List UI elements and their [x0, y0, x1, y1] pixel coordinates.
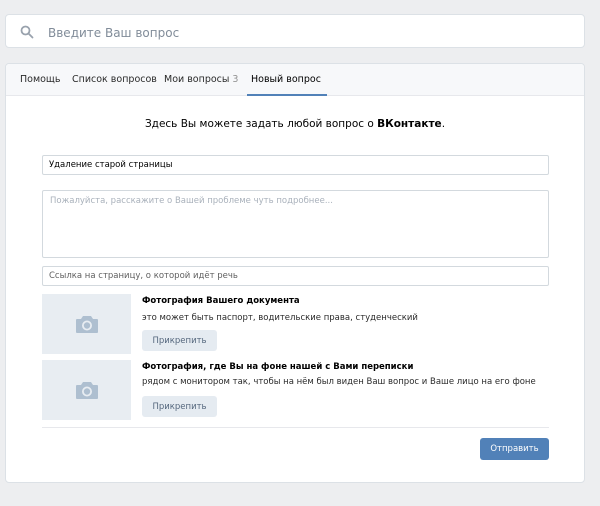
selfie-attachment-description: рядом с монитором так, чтобы на нём был … — [142, 377, 536, 387]
new-question-panel: Помощь Список вопросов Мои вопросы 3 Новы… — [5, 63, 585, 483]
tab-my-questions-count: 3 — [232, 74, 239, 85]
tab-new-question-label: Новый вопрос — [251, 74, 321, 85]
submit-button[interactable]: Отправить — [480, 438, 549, 460]
selfie-attachment-title: Фотография, где Вы на фоне нашей с Вами … — [142, 362, 414, 372]
intro-brand: ВКонтакте — [377, 118, 442, 130]
document-attachment-title: Фотография Вашего документа — [142, 296, 300, 306]
attach-document-button[interactable]: Прикрепить — [142, 330, 217, 351]
tab-my-questions[interactable]: Мои вопросы 3 — [164, 64, 238, 95]
attach-selfie-button[interactable]: Прикрепить — [142, 396, 217, 417]
document-attachment-description: это может быть паспорт, водительские пра… — [142, 313, 418, 323]
selfie-photo-placeholder[interactable] — [42, 360, 131, 420]
tab-my-questions-label: Мои вопросы — [164, 74, 230, 85]
search-icon — [20, 25, 34, 39]
search-box[interactable] — [5, 14, 585, 48]
tab-questions-list[interactable]: Список вопросов — [72, 64, 157, 95]
page-link-input[interactable] — [42, 266, 549, 286]
document-photo-placeholder[interactable] — [42, 294, 131, 354]
search-input[interactable] — [46, 21, 570, 45]
camera-icon — [76, 382, 98, 399]
tab-help-label: Помощь — [20, 74, 61, 85]
description-textarea[interactable] — [42, 190, 549, 258]
camera-icon — [76, 316, 98, 333]
attachment-document: Фотография Вашего документа это может бы… — [42, 294, 549, 354]
intro-text: Здесь Вы можете задать любой вопрос о ВК… — [6, 118, 584, 130]
intro-suffix: . — [441, 118, 446, 130]
attachment-selfie: Фотография, где Вы на фоне нашей с Вами … — [42, 360, 549, 420]
tab-help[interactable]: Помощь — [20, 64, 60, 95]
intro-text-main: Здесь Вы можете задать любой вопрос о — [144, 118, 378, 130]
subject-input[interactable] — [42, 155, 549, 175]
tab-questions-list-label: Список вопросов — [72, 74, 157, 85]
form-divider — [42, 427, 549, 428]
tabs-bar: Помощь Список вопросов Мои вопросы 3 Новы… — [6, 64, 584, 96]
tab-new-question[interactable]: Новый вопрос — [247, 64, 327, 96]
